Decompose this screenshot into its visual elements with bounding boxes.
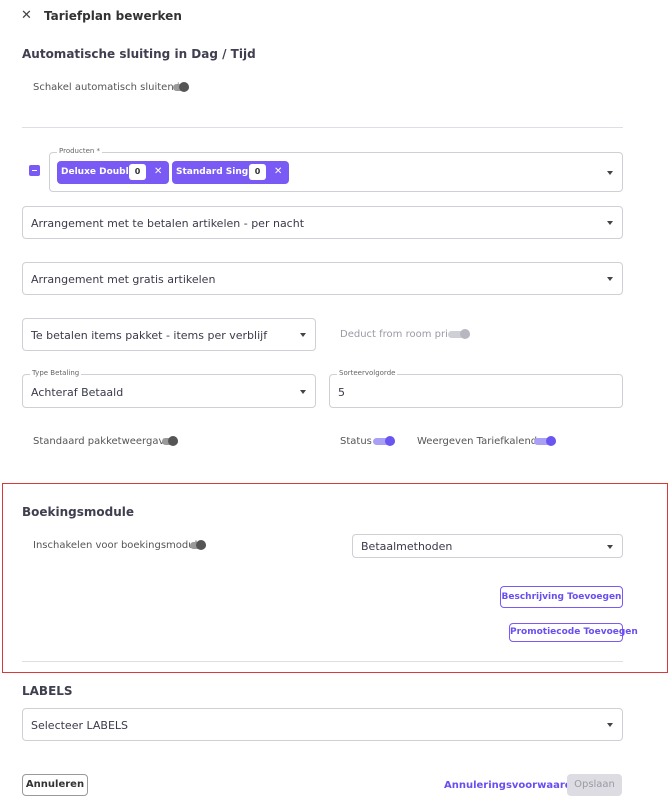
package-select[interactable]: Te betalen items pakket - items per verb… xyxy=(22,318,316,351)
chevron-down-icon xyxy=(300,333,306,337)
remove-chip-icon[interactable]: ✕ xyxy=(154,166,162,178)
deduct-label: Deduct from room price xyxy=(340,329,460,340)
free-arrangement-select[interactable]: Arrangement met gratis artikelen xyxy=(22,262,623,295)
booking-enable-toggle[interactable] xyxy=(190,540,206,550)
booking-enable-label: Inschakelen voor boekingsmodule xyxy=(33,540,204,551)
close-icon[interactable]: ✕ xyxy=(21,9,33,23)
default-package-view-label: Standaard pakketweergave xyxy=(33,436,171,447)
auto-close-toggle[interactable] xyxy=(173,82,189,92)
status-toggle[interactable] xyxy=(373,436,395,446)
chevron-down-icon xyxy=(607,221,613,225)
labels-select[interactable]: Selecteer LABELS xyxy=(22,708,623,741)
product-chip-deluxe-double: Deluxe Double 0 ✕ xyxy=(57,161,169,184)
cancellation-terms-link[interactable]: Annuleringsvoorwaarden xyxy=(444,780,586,791)
cancel-button[interactable]: Annuleren xyxy=(22,774,88,796)
chevron-down-icon xyxy=(607,171,613,175)
add-description-button[interactable]: Beschrijving Toevoegen xyxy=(500,586,623,608)
chip-count[interactable]: 0 xyxy=(249,164,266,180)
payment-methods-select[interactable]: Betaalmethoden xyxy=(352,534,623,558)
default-package-view-toggle[interactable] xyxy=(162,436,178,446)
chevron-down-icon xyxy=(607,277,613,281)
divider xyxy=(22,127,623,128)
save-button[interactable]: Opslaan xyxy=(567,774,622,796)
collapse-minus-icon[interactable] xyxy=(29,165,40,176)
page-title: Tariefplan bewerken xyxy=(44,9,182,23)
auto-close-title: Automatische sluiting in Dag / Tijd xyxy=(22,47,256,61)
show-calendar-toggle[interactable] xyxy=(534,436,556,446)
booking-title: Boekingsmodule xyxy=(22,505,135,519)
products-label: Producten * xyxy=(57,147,103,155)
products-select[interactable]: Producten * Deluxe Double 0 ✕ Standard S… xyxy=(49,147,623,192)
show-calendar-label: Weergeven Tariefkalender xyxy=(417,436,548,447)
product-chip-standard-single: Standard Single 0 ✕ xyxy=(172,161,289,184)
chevron-down-icon xyxy=(607,545,613,549)
payment-type-select[interactable]: Type Betaling Achteraf Betaald xyxy=(22,369,316,408)
chevron-down-icon xyxy=(300,390,306,394)
chevron-down-icon xyxy=(607,723,613,727)
paid-arrangement-select[interactable]: Arrangement met te betalen artikelen - p… xyxy=(22,206,623,239)
sort-order-input[interactable]: Sorteervolgorde 5 xyxy=(329,369,623,408)
status-label: Status xyxy=(340,436,372,447)
remove-chip-icon[interactable]: ✕ xyxy=(274,166,282,178)
labels-title: LABELS xyxy=(22,684,73,698)
add-promo-code-button[interactable]: Promotiecode Toevoegen xyxy=(509,623,638,642)
divider xyxy=(22,661,623,662)
chip-count[interactable]: 0 xyxy=(129,164,146,180)
auto-close-toggle-label: Schakel automatisch sluiten in xyxy=(33,82,186,93)
deduct-toggle[interactable] xyxy=(448,329,470,339)
